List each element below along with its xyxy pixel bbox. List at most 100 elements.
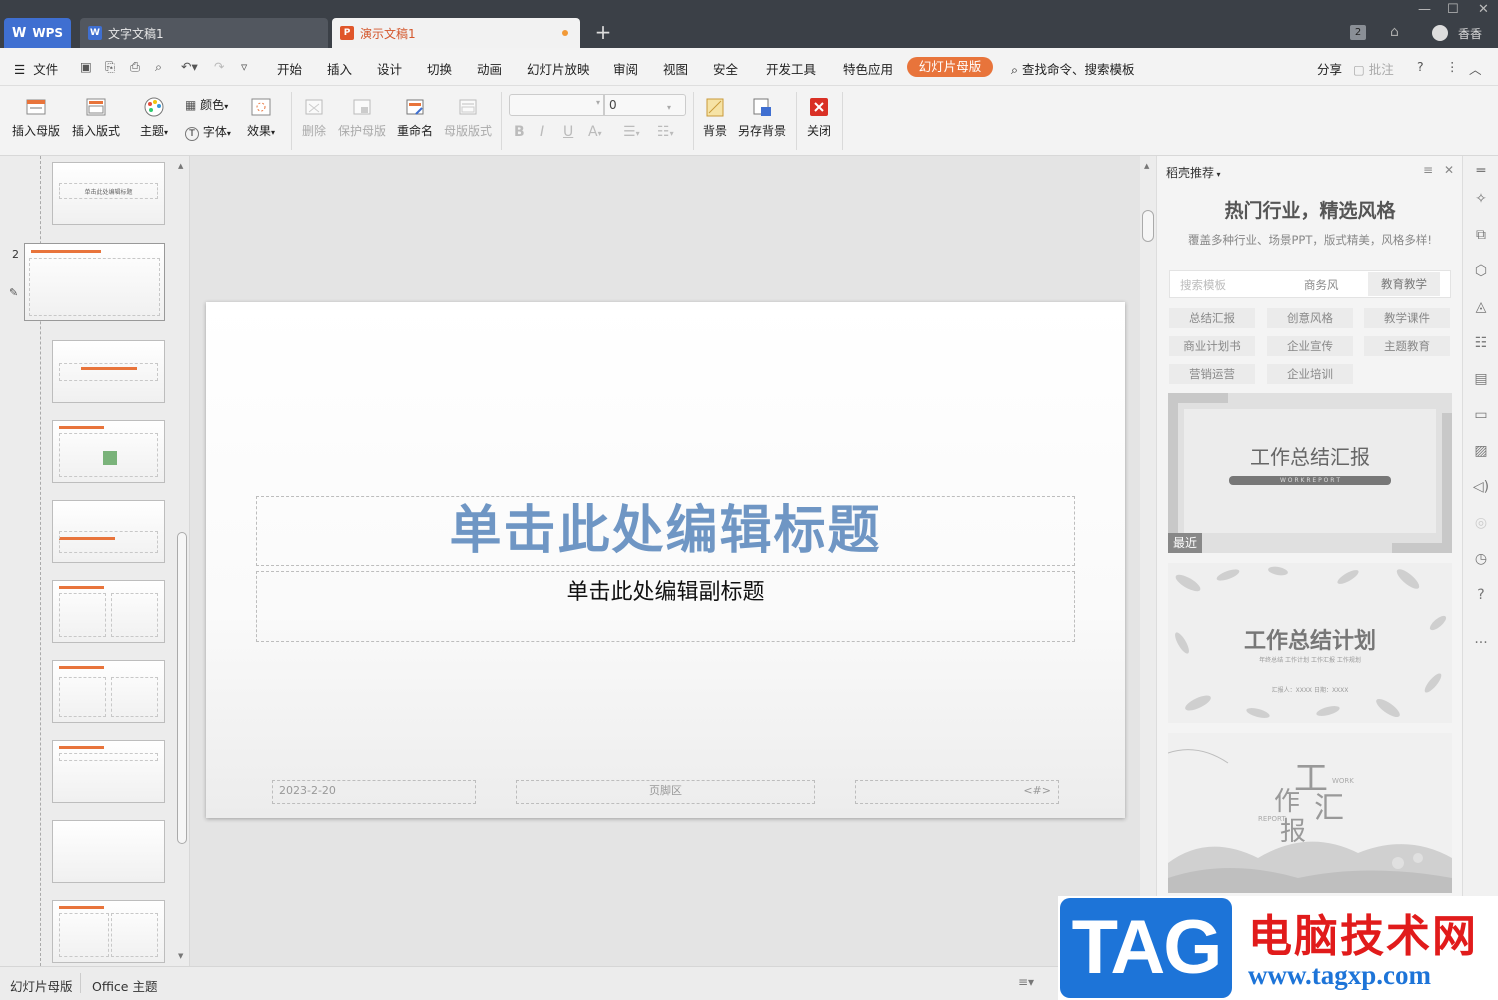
protect-master-button[interactable]: 保护母版: [338, 96, 386, 139]
search-tag-education[interactable]: 教育教学: [1368, 272, 1440, 296]
category-chip[interactable]: 教学课件: [1364, 308, 1450, 328]
layout-thumbnail[interactable]: [52, 420, 165, 483]
shapes-icon[interactable]: ⬡: [1472, 262, 1490, 280]
bullet-list-icon[interactable]: ☰▾: [623, 124, 640, 140]
history-icon[interactable]: ◷: [1472, 550, 1490, 568]
quick-save-icon[interactable]: ▣: [80, 59, 92, 74]
layout-thumbnail[interactable]: [52, 740, 165, 803]
slide-master[interactable]: 单击此处编辑标题 单击此处编辑副标题 2023-2-20 页脚区 <#>: [206, 302, 1125, 818]
canvas-scrollbar[interactable]: ▲: [1140, 156, 1156, 966]
pin-icon[interactable]: ✎: [9, 286, 18, 299]
command-search[interactable]: ⌕ 查找命令、搜索模板: [1011, 59, 1135, 78]
menu-security[interactable]: 安全: [713, 59, 738, 78]
italic-icon[interactable]: I: [540, 124, 544, 140]
skin-icon[interactable]: ⌂: [1390, 24, 1399, 40]
share-button[interactable]: 分享: [1317, 59, 1342, 78]
font-name-select[interactable]: ▾: [509, 94, 604, 116]
archive-icon[interactable]: ▭: [1472, 406, 1490, 424]
tab-wps-home[interactable]: W WPS: [4, 18, 71, 48]
layout-thumbnail[interactable]: [52, 500, 165, 563]
theme-button[interactable]: 主题▾: [140, 96, 168, 139]
font-button[interactable]: T 字体▾: [185, 123, 231, 141]
template-search-input[interactable]: 搜索模板 商务风 教育教学: [1169, 270, 1451, 298]
menu-view[interactable]: 视图: [663, 59, 688, 78]
numbered-list-icon[interactable]: ☷▾: [657, 124, 674, 140]
layout-thumbnail[interactable]: [52, 340, 165, 403]
bold-icon[interactable]: B: [514, 124, 525, 140]
menu-features[interactable]: 特色应用: [843, 59, 893, 78]
template-card[interactable]: 工作总结汇报 W O R K R E P O R T 最近: [1168, 393, 1452, 553]
print-icon[interactable]: ⎙: [130, 59, 140, 75]
menu-transition[interactable]: 切换: [427, 59, 452, 78]
audio-icon[interactable]: ◁): [1472, 478, 1490, 496]
scroll-up-icon[interactable]: ▲: [178, 162, 183, 170]
color-button[interactable]: ▦ 颜色▾: [185, 96, 228, 113]
category-chip[interactable]: 创意风格: [1267, 308, 1353, 328]
delete-button[interactable]: 删除: [302, 96, 326, 139]
slide-subtitle[interactable]: 单击此处编辑副标题: [256, 571, 1075, 642]
collapse-ribbon-icon[interactable]: ︿: [1469, 59, 1482, 78]
avatar[interactable]: [1432, 25, 1448, 41]
close-window-icon[interactable]: ✕: [1478, 2, 1489, 17]
font-color-icon[interactable]: A▾: [588, 124, 602, 140]
rename-button[interactable]: 重命名: [397, 96, 433, 139]
panel-close-icon[interactable]: ✕: [1444, 163, 1454, 177]
save-background-button[interactable]: 另存背景: [738, 96, 786, 139]
insert-master-button[interactable]: 插入母版: [12, 96, 60, 139]
thumbnail-scrollbar[interactable]: ▲ ▼: [176, 160, 188, 964]
layout-thumbnail[interactable]: [52, 900, 165, 963]
redo-icon[interactable]: ↷: [214, 59, 224, 74]
category-chip[interactable]: 总结汇报: [1169, 308, 1255, 328]
file-menu[interactable]: ☰ 文件: [14, 59, 58, 78]
menu-slideshow[interactable]: 幻灯片放映: [527, 59, 590, 78]
menu-insert[interactable]: 插入: [327, 59, 352, 78]
notes-toggle-icon[interactable]: ≡▾: [1018, 975, 1034, 989]
menu-design[interactable]: 设计: [377, 59, 402, 78]
scrollbar-thumb[interactable]: [1142, 210, 1154, 242]
theme-name-label[interactable]: Office 主题: [92, 976, 157, 995]
menu-slide-master-active[interactable]: 幻灯片母版: [907, 57, 993, 77]
menu-review[interactable]: 审阅: [613, 59, 638, 78]
category-chip[interactable]: 商业计划书: [1169, 336, 1255, 356]
tab-writer-document[interactable]: W 文字文稿1: [80, 18, 328, 48]
scroll-up-icon[interactable]: ▲: [1144, 162, 1149, 170]
preview-icon[interactable]: ⌕: [155, 59, 162, 75]
new-tab-plus-icon[interactable]: +: [592, 20, 614, 44]
category-chip[interactable]: 企业宣传: [1267, 336, 1353, 356]
master-layout-button[interactable]: 母版版式: [444, 96, 492, 139]
comment-button[interactable]: ▢ 批注: [1353, 59, 1394, 78]
font-size-select[interactable]: 0 ▾: [604, 94, 686, 116]
image-icon[interactable]: ▨: [1472, 442, 1490, 460]
tab-presentation[interactable]: P 演示文稿1: [332, 18, 580, 48]
panel-title[interactable]: 稻壳推荐 ▾: [1166, 164, 1221, 181]
menu-home[interactable]: 开始: [277, 59, 302, 78]
animation-icon[interactable]: ◎: [1472, 514, 1490, 532]
effect-button[interactable]: 效果▾: [247, 96, 275, 139]
master-thumbnail[interactable]: [24, 243, 165, 321]
layout-thumbnail[interactable]: [52, 820, 165, 883]
help-circle-icon[interactable]: ?: [1472, 586, 1490, 604]
scrollbar-thumb[interactable]: [177, 532, 187, 844]
layout-thumbnail[interactable]: [52, 660, 165, 723]
category-chip[interactable]: 营销运营: [1169, 364, 1255, 384]
search-tag-business[interactable]: 商务风: [1304, 277, 1339, 293]
customize-dropdown-icon[interactable]: ▿: [241, 59, 247, 74]
undo-icon[interactable]: ↶▾: [181, 59, 198, 74]
magic-wand-icon[interactable]: ✧: [1472, 190, 1490, 208]
layout-thumbnail[interactable]: [52, 580, 165, 643]
panel-menu-icon[interactable]: ≡: [1423, 163, 1433, 177]
more-options-icon[interactable]: ⋮: [1446, 59, 1459, 74]
design-icon[interactable]: ◬: [1472, 298, 1490, 316]
user-name[interactable]: 香香: [1458, 25, 1482, 42]
close-master-button[interactable]: 关闭: [807, 96, 831, 139]
layout-thumbnail[interactable]: 单击此处编辑标题: [52, 162, 165, 225]
menu-animation[interactable]: 动画: [477, 59, 502, 78]
slides-icon[interactable]: ⧉: [1472, 226, 1490, 244]
slide-title[interactable]: 单击此处编辑标题: [256, 496, 1075, 566]
help-icon[interactable]: ?: [1417, 59, 1424, 74]
underline-icon[interactable]: U: [563, 124, 573, 140]
category-chip[interactable]: 企业培训: [1267, 364, 1353, 384]
minimize-icon[interactable]: —: [1418, 2, 1431, 17]
category-chip[interactable]: 主题教育: [1364, 336, 1450, 356]
template-card[interactable]: 工 作 汇 报 WORK REPORT: [1168, 733, 1452, 893]
